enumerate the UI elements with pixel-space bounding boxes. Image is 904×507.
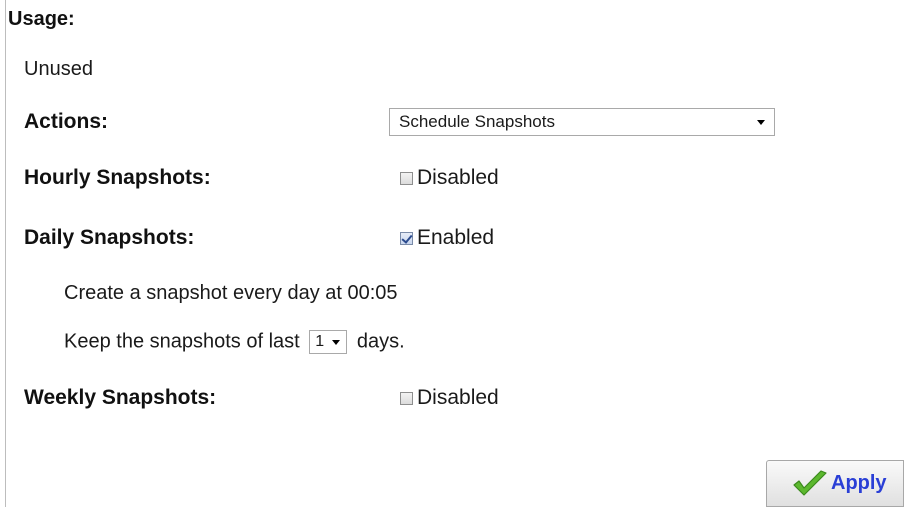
daily-schedule-text: Create a snapshot every day at 00:05 (64, 282, 398, 304)
hourly-snapshots-label: Hourly Snapshots: (24, 166, 211, 189)
weekly-snapshots-checkbox[interactable] (400, 391, 413, 405)
hourly-snapshots-status: Disabled (417, 166, 499, 189)
keep-days-select[interactable]: 1 (309, 330, 348, 354)
apply-button[interactable]: Apply (766, 460, 904, 507)
hourly-snapshots-checkbox[interactable] (400, 171, 413, 185)
actions-select[interactable]: Schedule Snapshots (389, 108, 775, 136)
snapshot-settings-panel: Usage: Unused Actions: Schedule Snapshot… (0, 0, 904, 507)
weekly-snapshots-label: Weekly Snapshots: (24, 386, 217, 409)
daily-snapshots-status: Enabled (417, 226, 495, 249)
apply-button-label: Apply (831, 472, 887, 494)
daily-snapshots-checkbox[interactable] (400, 231, 413, 245)
keep-prefix-text: Keep the snapshots of last (64, 330, 300, 353)
checkmark-icon (401, 231, 413, 244)
usage-heading: Usage: (8, 8, 75, 30)
dropdown-arrow-icon (757, 120, 765, 125)
keep-snapshots-row: Keep the snapshots of last 1 days. (64, 330, 405, 354)
keep-suffix-text: days. (356, 330, 405, 353)
weekly-snapshots-status: Disabled (417, 386, 499, 409)
actions-label: Actions: (24, 110, 108, 133)
green-checkmark-icon (793, 469, 827, 496)
weekly-snapshots-toggle[interactable]: Disabled (400, 386, 499, 410)
daily-snapshots-label: Daily Snapshots: (24, 226, 195, 249)
actions-select-value: Schedule Snapshots (399, 112, 555, 131)
hourly-snapshots-toggle[interactable]: Disabled (400, 166, 499, 190)
panel-left-border (5, 0, 6, 507)
usage-value: Unused (24, 58, 93, 80)
dropdown-arrow-icon (332, 340, 341, 345)
daily-snapshots-toggle[interactable]: Enabled (400, 226, 494, 250)
keep-days-value: 1 (315, 333, 325, 350)
